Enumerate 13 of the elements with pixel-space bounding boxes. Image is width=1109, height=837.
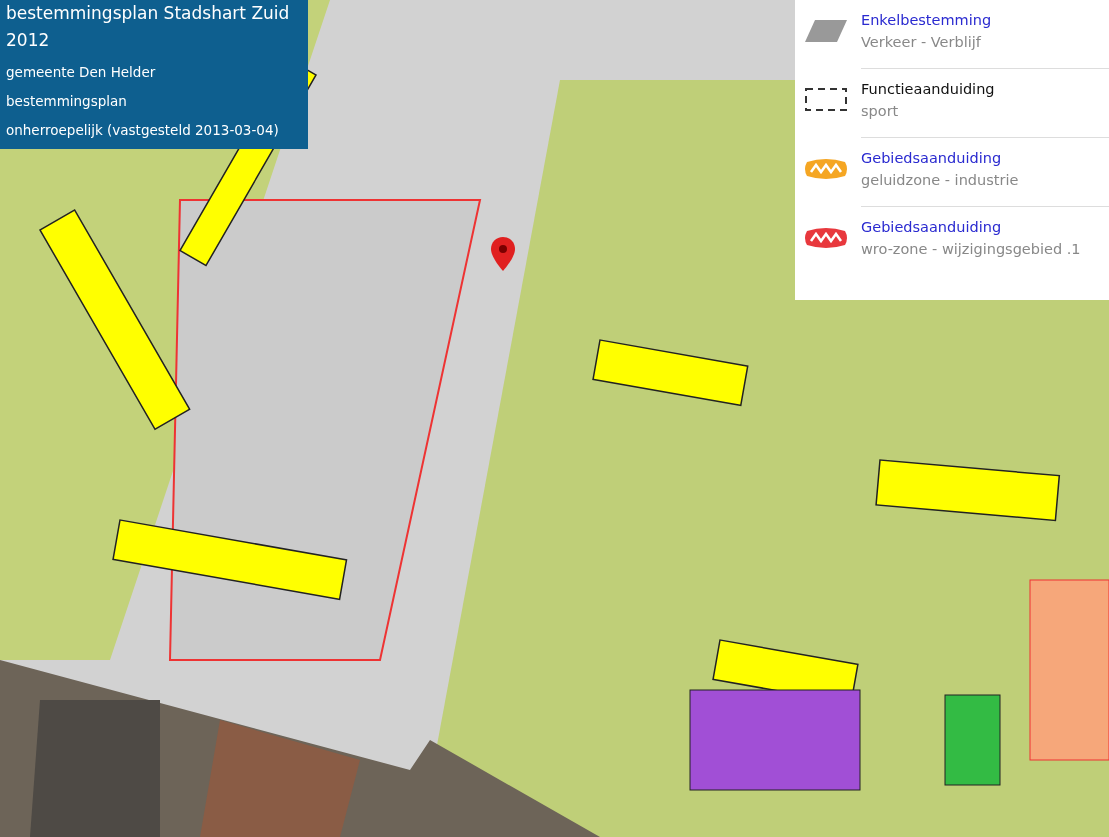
legend-title-link[interactable]: Gebiedsaanduiding <box>861 217 1081 237</box>
legend-title-link[interactable]: Gebiedsaanduiding <box>861 148 1019 168</box>
legend-subtitle: Verkeer - Verblijf <box>861 33 982 52</box>
plan-info-line: onherroepelijk (vastgesteld 2013-03-04) <box>6 121 280 140</box>
legend-subtitle: wro-zone - wijzigingsgebied .1 <box>861 240 1081 259</box>
plan-info-line: gemeente Den Helder <box>6 63 157 82</box>
plan-title: bestemmingsplan Stadshart Zuid 2012 <box>6 2 291 52</box>
legend-title-link[interactable]: Enkelbestemming <box>861 10 992 30</box>
legend-title: Functieaanduiding <box>861 80 995 99</box>
legend-subtitle: sport <box>861 102 900 121</box>
map-pin-icon[interactable] <box>490 236 516 272</box>
plan-info-line: bestemmingsplan <box>6 92 128 111</box>
legend-subtitle: geluidzone - industrie <box>861 171 1019 190</box>
